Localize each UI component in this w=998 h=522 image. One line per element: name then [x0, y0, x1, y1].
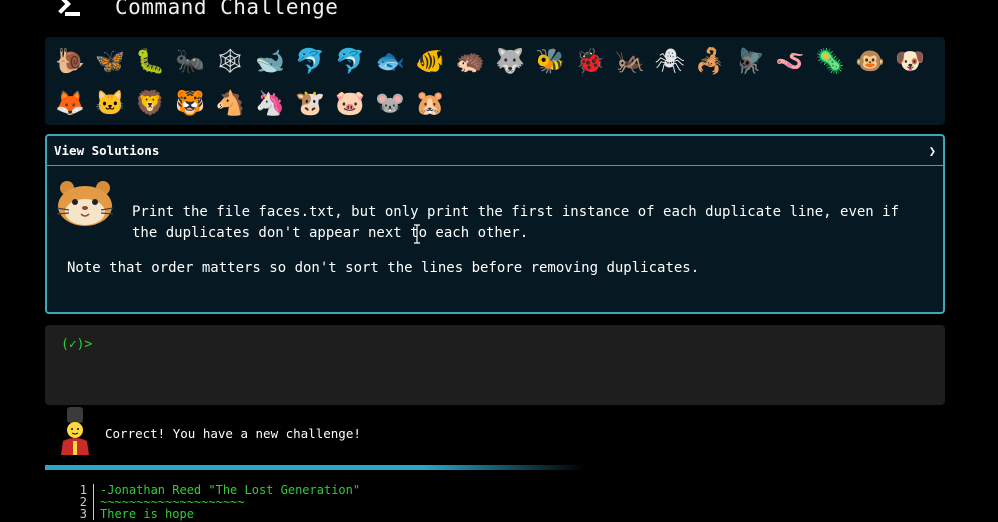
animal-icon[interactable]: 🕸 — [210, 41, 250, 81]
view-solutions-toggle[interactable]: View Solutions ❯ — [47, 136, 943, 166]
terminal-icon[interactable] — [51, 0, 84, 18]
terminal-prompt: (✓)> — [61, 337, 93, 352]
file-viewer: 1 -Jonathan Reed "The Lost Generation" 2 ~~… — [60, 484, 660, 520]
animal-icon[interactable]: 🐭 — [370, 83, 410, 123]
animal-row-1: 🐌 🦋 🐛 🐜 🕸 🐋 🐬 🐬 🐟 🐠 🦔 🐺 🐝 🐞 🦗 🕷 🦂 🪰 🪱 🦠 🐵 🐶 — [50, 41, 930, 81]
challenge-panel: View Solutions ❯ Print the file faces.tx… — [45, 134, 945, 314]
feedback-message: Correct! You have a new challenge! — [105, 426, 361, 441]
terminal-input[interactable]: (✓)> — [45, 325, 945, 405]
animal-icon[interactable]: 🐞 — [570, 41, 610, 81]
animal-icon[interactable]: 🐷 — [330, 83, 370, 123]
chevron-right-icon: ❯ — [928, 143, 936, 158]
animal-icon[interactable]: 🦄 — [250, 83, 290, 123]
challenge-note-text: Note that order matters so don't sort th… — [67, 260, 700, 276]
animal-icon[interactable]: 🐮 — [290, 83, 330, 123]
line-number: 2 — [60, 496, 94, 508]
animal-icon[interactable]: 🐛 — [130, 41, 170, 81]
page-title: Command Challenge — [115, 0, 339, 19]
animal-icon[interactable]: 🦂 — [690, 41, 730, 81]
animal-icon[interactable]: 🦁 — [130, 83, 170, 123]
animal-icon[interactable]: 🦋 — [90, 41, 130, 81]
animal-icon[interactable]: 🐱 — [90, 83, 130, 123]
animal-icon[interactable]: 🦊 — [50, 83, 90, 123]
animal-icon[interactable]: 🐶 — [890, 41, 930, 81]
animal-icon[interactable]: 🪰 — [730, 41, 770, 81]
animal-row-2: 🦊 🐱 🦁 🐯 🐴 🦄 🐮 🐷 🐭 🐹 — [50, 83, 450, 123]
progress-bar — [45, 465, 585, 470]
animal-icon[interactable]: 🐬 — [330, 41, 370, 81]
challenge-task-text: Print the file faces.txt, but only print… — [132, 204, 900, 241]
animal-icon[interactable]: 🕷 — [650, 41, 690, 81]
animal-icon[interactable]: 🦔 — [450, 41, 490, 81]
animal-icon[interactable]: 🐯 — [170, 83, 210, 123]
text-cursor-icon — [414, 224, 420, 244]
guard-icon — [61, 407, 89, 455]
animal-icon[interactable]: 🐠 — [410, 41, 450, 81]
line-number: 3 — [60, 508, 94, 520]
hamster-icon — [56, 181, 114, 226]
animal-icon[interactable]: 🐌 — [50, 41, 90, 81]
animal-progress-bar: 🐌 🦋 🐛 🐜 🕸 🐋 🐬 🐬 🐟 🐠 🦔 🐺 🐝 🐞 🦗 🕷 🦂 🪰 🪱 🦠 🐵 🐶 🦊 🐱 🦁 🐯 🐴 🦄 🐮 🐷 🐭 🐹 — [45, 37, 945, 125]
line-number: 1 — [60, 484, 94, 496]
view-solutions-label: View Solutions — [54, 143, 160, 158]
animal-icon[interactable]: 🐝 — [530, 41, 570, 81]
animal-icon[interactable]: 🐋 — [250, 41, 290, 81]
animal-icon[interactable]: 🐬 — [290, 41, 330, 81]
animal-icon[interactable]: 🪱 — [770, 41, 810, 81]
animal-icon[interactable]: 🐺 — [490, 41, 530, 81]
animal-icon[interactable]: 🦠 — [810, 41, 850, 81]
animal-icon[interactable]: 🐴 — [210, 83, 250, 123]
animal-icon[interactable]: 🐹 — [410, 83, 450, 123]
animal-icon[interactable]: 🐟 — [370, 41, 410, 81]
animal-icon[interactable]: 🐵 — [850, 41, 890, 81]
animal-icon[interactable]: 🐜 — [170, 41, 210, 81]
file-line: 3 There is hope — [60, 508, 660, 520]
animal-icon[interactable]: 🦗 — [610, 41, 650, 81]
header: Command Challenge — [51, 0, 339, 22]
line-text: There is hope — [100, 507, 194, 521]
